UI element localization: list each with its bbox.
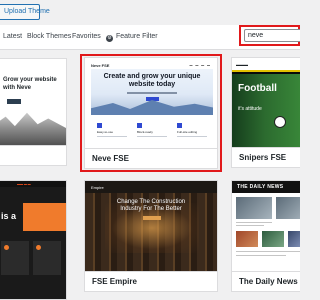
preview-cta [143,216,161,220]
tab-latest[interactable]: Latest [3,33,22,40]
selected-theme-highlight [80,54,222,172]
feature-filter-button[interactable]: ⚙ Feature Filter [106,33,158,42]
preview-logo: THE DAILY NEWS [237,184,284,190]
preview-subline: it's attitude [238,106,262,112]
news-text-line [236,251,300,252]
news-text-line [236,255,286,256]
theme-card-snipers-fse[interactable]: ▬▬▬ Football it's attitude Snipers FSE [231,57,300,168]
preview-service-block [1,241,29,275]
preview-logo: ▬▬▬ [236,62,248,67]
theme-screenshot: THE DAILY NEWS [232,181,300,272]
preview-logo: ▬▬ ▬ ▬ [17,182,31,186]
preview-header: THE DAILY NEWS [232,181,300,193]
theme-name: Snipers FSE [232,147,300,167]
feature-filter-label: Feature Filter [116,33,158,40]
football-icon [274,116,286,128]
preview-header: ▬▬▬ [232,58,300,72]
news-image [262,231,284,247]
theme-card-the-daily-news[interactable]: THE DAILY NEWS The Daily News [231,180,300,292]
gear-icon: ⚙ [106,35,113,42]
theme-screenshot: Empire Change The Construction Industry … [85,181,217,272]
preview-logo: Empire [91,185,104,190]
preview-service-block [33,241,61,275]
service-icon [36,245,41,250]
preview-headline: is a [1,211,17,221]
preview-header: ▬▬ ▬ ▬ [0,181,66,187]
news-image [276,197,300,219]
theme-card-dark-orange[interactable]: ▬▬ ▬ ▬ is a [0,180,67,300]
preview-headline: Change The Construction Industry For The… [116,199,186,212]
tab-block-themes[interactable]: Block Themes [27,33,71,40]
preview-header: Empire [85,181,217,193]
mountain-image [0,112,66,147]
upload-theme-button[interactable]: Upload Theme [0,4,50,20]
theme-card-neve[interactable]: Grow your website with Neve [0,58,67,166]
service-icon [4,245,9,250]
preview-accent-image [23,203,66,231]
news-image [236,197,272,219]
theme-card-fse-empire[interactable]: Empire Change The Construction Industry … [84,180,218,292]
theme-screenshot: Grow your website with Neve [0,59,66,147]
theme-browser: Upload Theme Latest Block Themes Favorit… [0,0,300,300]
preview-headline: Football [238,83,277,94]
preview-headline: Grow your website with Neve [3,77,57,91]
theme-screenshot: ▬▬ ▬ ▬ is a [0,181,66,299]
news-image [288,231,300,247]
news-image [236,231,258,247]
preview-button [7,99,21,104]
news-text-line [236,225,264,226]
theme-name: The Daily News [232,271,300,291]
theme-name [0,145,66,165]
theme-name: FSE Empire [85,271,217,291]
theme-search-input[interactable]: neve [244,29,300,42]
news-text-line [236,222,272,223]
tab-favorites[interactable]: Favorites [72,33,101,40]
theme-screenshot: ▬▬▬ Football it's attitude [232,58,300,147]
